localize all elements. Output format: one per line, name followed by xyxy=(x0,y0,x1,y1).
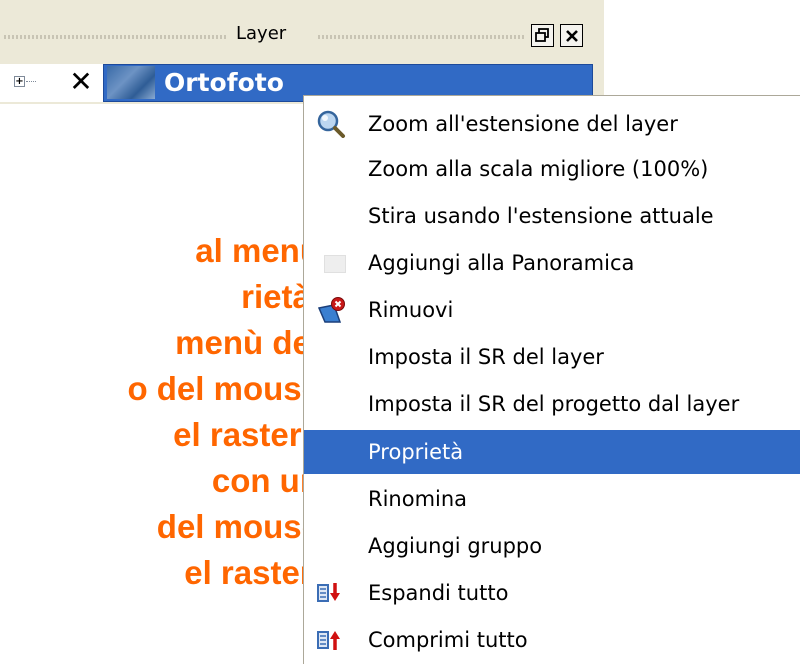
layer-thumbnail xyxy=(107,66,155,99)
panel-title: Layer xyxy=(236,23,287,44)
menu-item-stretch-current-extent[interactable]: Stira usando l'estensione attuale xyxy=(304,194,800,238)
menu-item-label: Stira usando l'estensione attuale xyxy=(368,204,714,228)
restore-icon xyxy=(535,28,549,42)
slide-text-line: rietà. xyxy=(241,278,320,315)
menu-item-expand-all[interactable]: Espandi tutto xyxy=(304,571,800,615)
slide-text-line: del mouse xyxy=(156,508,320,545)
menu-item-label: Comprimi tutto xyxy=(368,628,528,652)
remove-layer-icon xyxy=(317,297,345,323)
slide-text-line: al menù xyxy=(195,232,320,269)
menu-item-label: Aggiungi alla Panoramica xyxy=(368,251,635,275)
menu-item-label: Aggiungi gruppo xyxy=(368,534,543,558)
slide-text-line: menù del xyxy=(175,324,320,361)
menu-item-label: Imposta il SR del layer xyxy=(368,345,604,369)
header-grip xyxy=(4,35,226,39)
menu-item-label: Zoom alla scala migliore (100%) xyxy=(368,157,709,181)
header-grip xyxy=(318,35,526,39)
slide-text-line: o del mouse xyxy=(127,370,320,407)
context-menu: Zoom all'estensione del layer Zoom alla … xyxy=(303,95,800,664)
menu-item-add-to-overview[interactable]: Aggiungi alla Panoramica xyxy=(304,241,800,285)
menu-item-label: Rinomina xyxy=(368,487,468,511)
collapse-all-icon xyxy=(317,631,340,650)
menu-item-properties[interactable]: Proprietà xyxy=(304,430,800,474)
layer-visibility-toggle[interactable]: ✕ xyxy=(68,68,94,96)
menu-item-set-layer-crs[interactable]: Imposta il SR del layer xyxy=(304,335,800,379)
float-panel-button[interactable] xyxy=(531,24,554,47)
layer-name[interactable]: Ortofoto xyxy=(164,68,284,97)
expand-all-icon xyxy=(317,583,340,602)
close-icon xyxy=(565,29,578,42)
menu-item-label: Espandi tutto xyxy=(368,581,509,605)
menu-item-label: Proprietà xyxy=(368,440,464,464)
checkbox-icon[interactable] xyxy=(324,255,346,273)
zoom-magnifier-icon xyxy=(317,110,345,138)
menu-item-collapse-all[interactable]: Comprimi tutto xyxy=(304,618,800,662)
menu-item-zoom-to-layer[interactable]: Zoom all'estensione del layer xyxy=(304,102,800,146)
close-panel-button[interactable] xyxy=(560,24,583,47)
menu-item-set-project-crs[interactable]: Imposta il SR del progetto dal layer xyxy=(304,382,800,426)
menu-item-zoom-best-scale[interactable]: Zoom alla scala migliore (100%) xyxy=(304,147,800,191)
slide-text-line: el raster. xyxy=(184,554,320,591)
tree-connector xyxy=(26,81,36,82)
menu-item-rename[interactable]: Rinomina xyxy=(304,477,800,521)
menu-item-label: Rimuovi xyxy=(368,298,454,322)
panel-header[interactable]: Layer xyxy=(0,18,600,54)
layer-panel: Layer + ✕ Ortofoto xyxy=(0,0,604,104)
menu-item-label: Zoom all'estensione del layer xyxy=(368,112,678,136)
menu-item-remove[interactable]: Rimuovi xyxy=(304,288,800,332)
menu-item-add-group[interactable]: Aggiungi gruppo xyxy=(304,524,800,568)
expand-toggle[interactable]: + xyxy=(14,76,25,87)
slide-text-line: con un xyxy=(211,462,320,499)
menu-item-label: Imposta il SR del progetto dal layer xyxy=(368,392,740,416)
slide-text-line: el raster | xyxy=(173,416,320,453)
slide-text: al menù rietà. menù del o del mouse el r… xyxy=(0,228,320,596)
